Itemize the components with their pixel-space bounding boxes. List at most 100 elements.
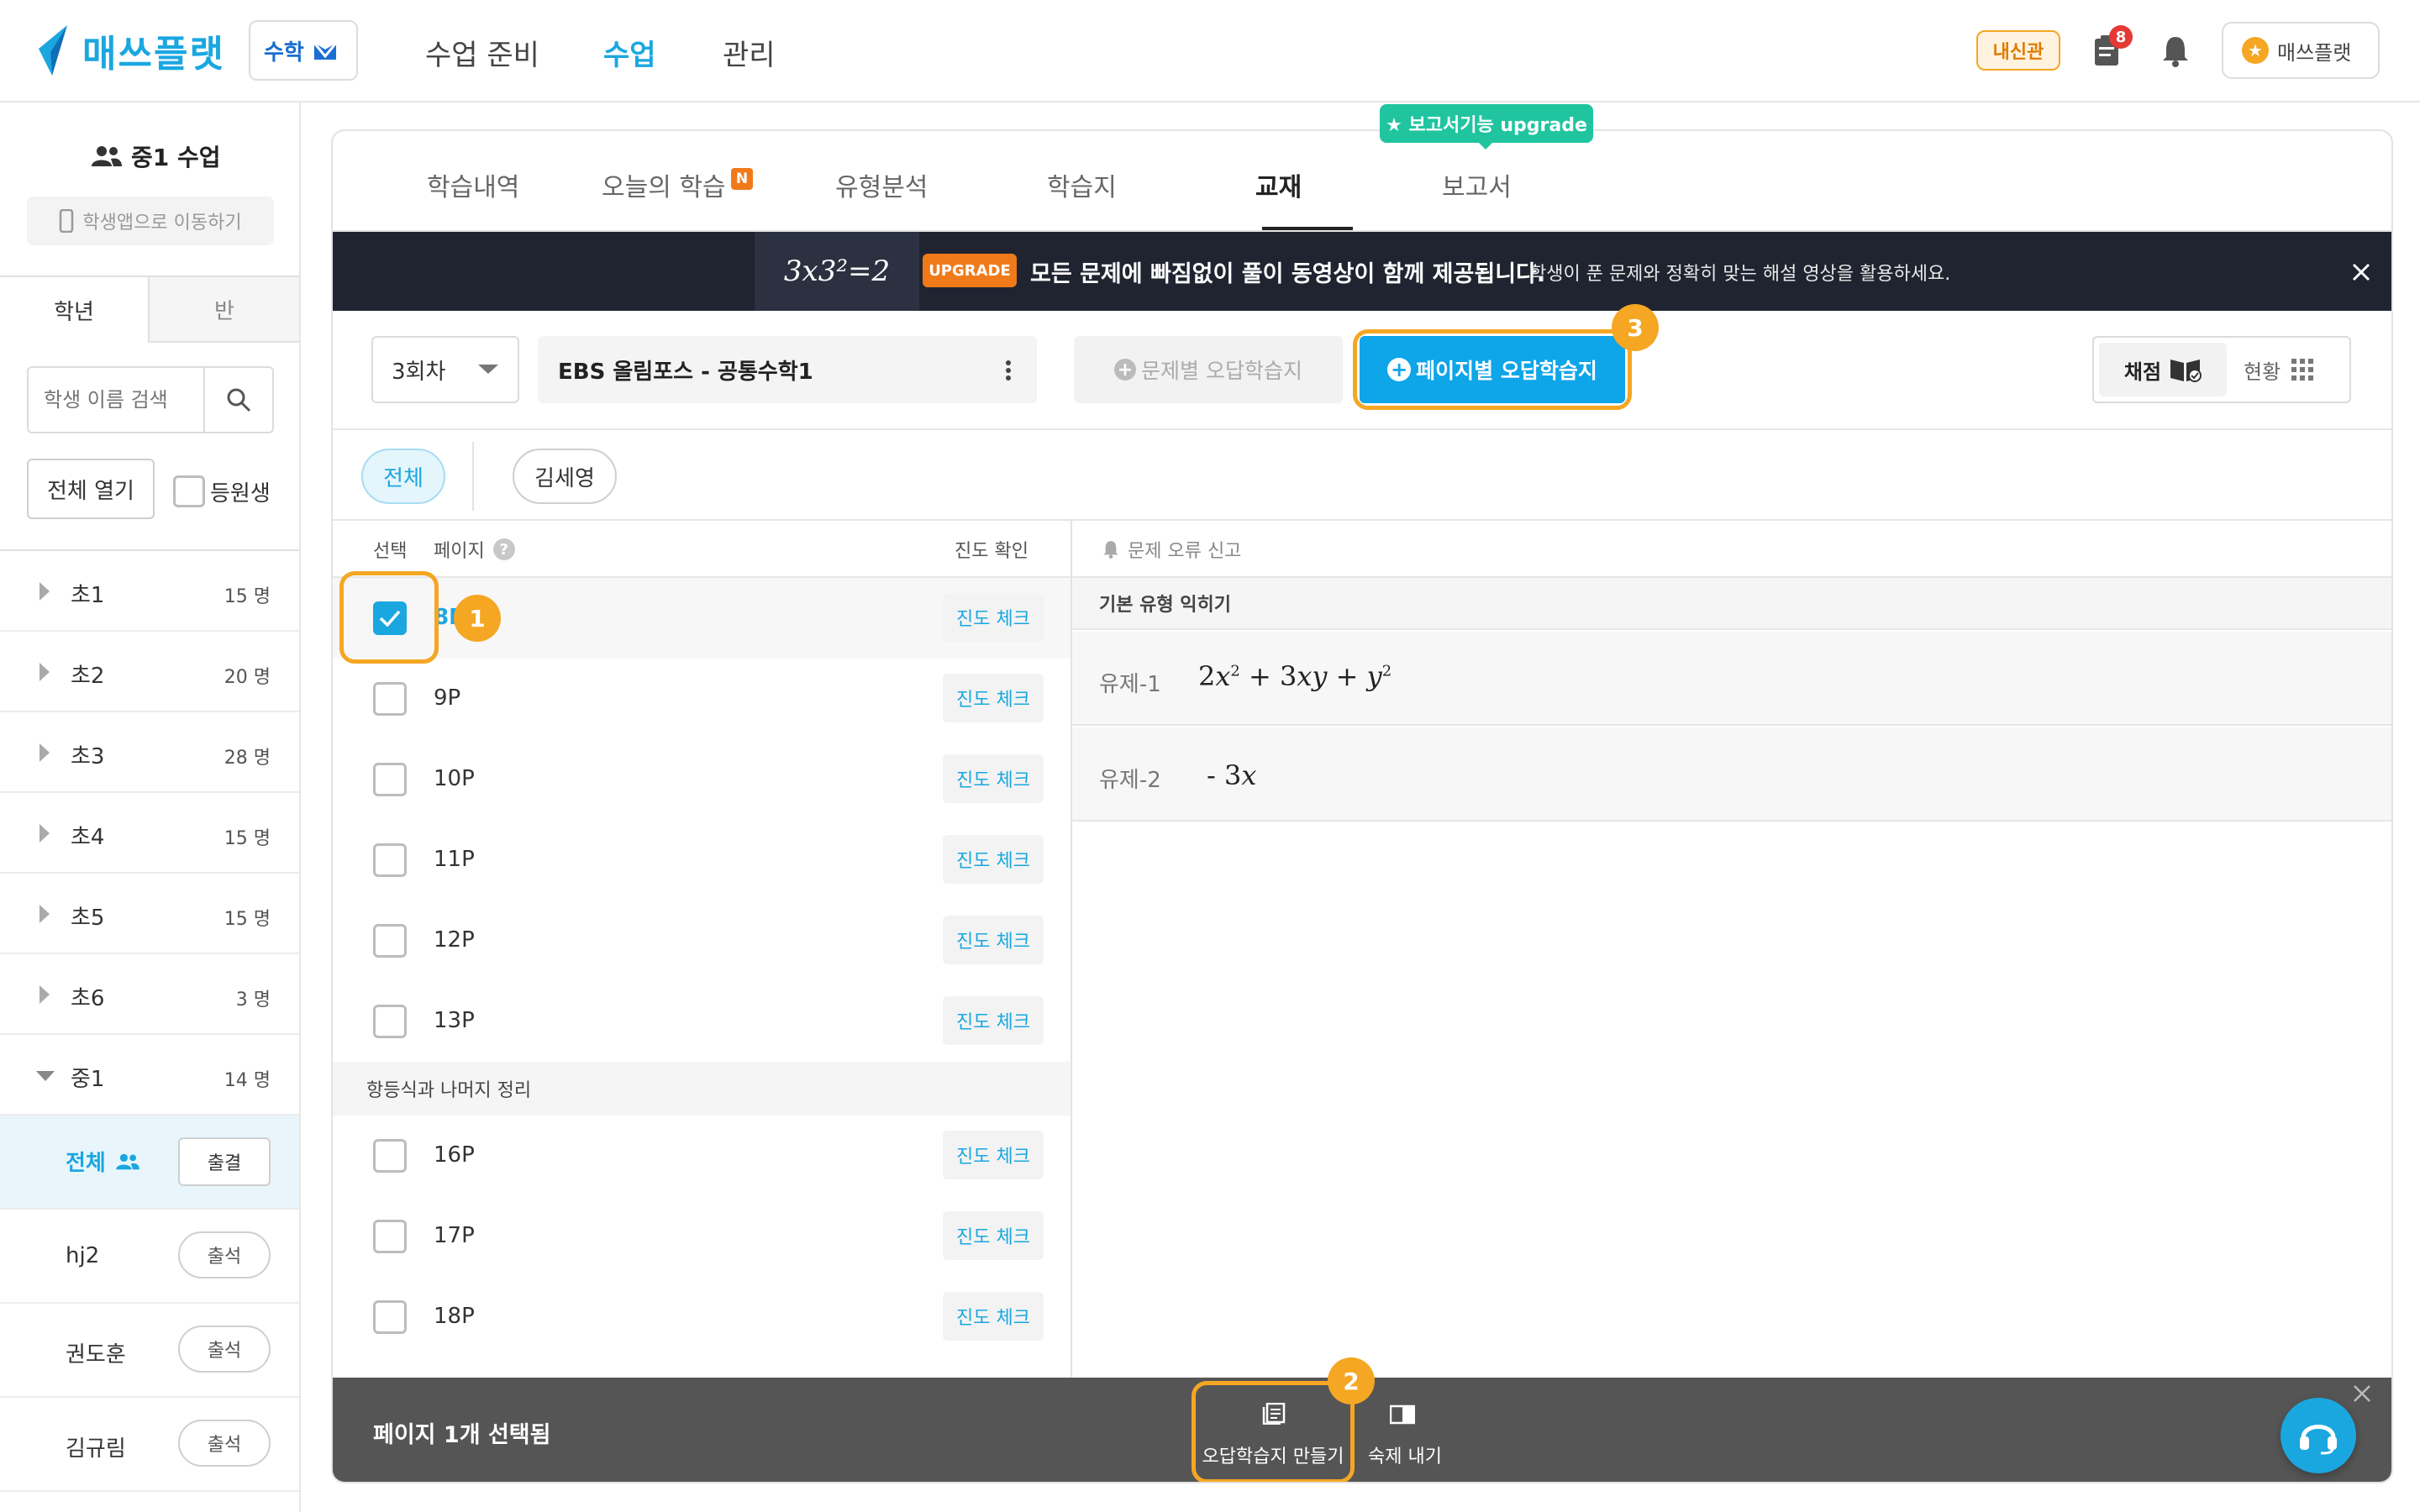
close-icon[interactable] [2353, 1384, 2371, 1403]
tab-class[interactable]: 반 [150, 276, 299, 343]
progress-check-button[interactable]: 진도 체크 [943, 754, 1044, 803]
nav-class[interactable]: 수업 [603, 32, 656, 73]
bell-icon [1103, 541, 1118, 559]
enrolled-filter[interactable]: 등원생 [173, 475, 271, 507]
tab-item[interactable]: 교재 [1255, 166, 1302, 203]
grade-row[interactable]: 초1 15 명 [0, 551, 299, 632]
grade-name: 초2 [71, 664, 105, 689]
row-checkbox[interactable] [373, 1005, 407, 1038]
page-row[interactable]: 9P 진도 체크 [333, 659, 1071, 739]
row-checkbox[interactable] [373, 763, 407, 796]
page-row[interactable]: 10P 진도 체크 [333, 739, 1071, 820]
profile-button[interactable]: ★ 매쓰플랫 [2222, 22, 2380, 79]
row-checkbox[interactable] [373, 924, 407, 958]
page-row[interactable]: 8P 진도 체크 [333, 578, 1071, 659]
by-problem-wrong-sheet-button[interactable]: + 문제별 오답학습지 [1074, 336, 1343, 403]
student-row[interactable]: hj2 출석 [0, 1210, 299, 1304]
plus-circle-icon: + [1114, 359, 1137, 381]
filter-student-chip[interactable]: 김세영 [513, 449, 617, 504]
grade-row[interactable]: 초5 15 명 [0, 874, 299, 954]
row-checkbox[interactable] [373, 1139, 407, 1173]
grade-count: 28 명 [224, 748, 271, 769]
grade-row[interactable]: 중1 14 명 [0, 1035, 299, 1116]
student-search-input[interactable] [29, 368, 205, 432]
subject-selector[interactable]: 수학 [249, 20, 358, 81]
attendance-check-button[interactable]: 출석 [178, 1231, 271, 1278]
nav-manage[interactable]: 관리 [723, 32, 776, 73]
assign-homework-button[interactable]: 숙제 내기 [1368, 1386, 1469, 1478]
nav-prepare[interactable]: 수업 준비 [425, 32, 539, 73]
support-chat-button[interactable] [2281, 1398, 2356, 1473]
tab-item[interactable]: 유형분석 [835, 166, 928, 203]
tab-item[interactable]: 오늘의 학습 [602, 166, 726, 203]
grade-row[interactable]: 초3 28 명 [0, 712, 299, 793]
help-icon[interactable]: ? [492, 538, 515, 560]
round-select[interactable]: 3회차 [371, 336, 519, 403]
problem-row[interactable]: 유제-1 2x2 + 3xy + y2 [1072, 632, 2391, 726]
close-icon[interactable] [2351, 262, 2371, 282]
caret-right-icon [39, 824, 50, 843]
clipboard-notification[interactable]: 8 [2092, 25, 2133, 71]
progress-check-button[interactable]: 진도 체크 [943, 1131, 1044, 1179]
bell-icon[interactable] [2161, 35, 2190, 67]
progress-check-button[interactable]: 진도 체크 [943, 1211, 1044, 1260]
group-icon [115, 1153, 139, 1169]
student-row[interactable]: 권도훈 출석 [0, 1304, 299, 1398]
search-button[interactable] [205, 368, 272, 432]
report-error-label: 문제 오류 신고 [1128, 541, 1242, 562]
filter-all-chip[interactable]: 전체 [361, 449, 445, 504]
report-error-link[interactable]: 문제 오류 신고 [1102, 536, 1241, 563]
progress-check-button[interactable]: 진도 체크 [943, 835, 1044, 884]
logo[interactable]: 매쓰플랫 [34, 24, 225, 77]
status-mode-button[interactable]: 현황 [2244, 355, 2314, 385]
progress-check-button[interactable]: 진도 체크 [943, 593, 1044, 642]
progress-check-button[interactable]: 진도 체크 [943, 1292, 1044, 1341]
tab-item[interactable]: 학습내역 [427, 166, 519, 203]
page-label: 16P [434, 1142, 475, 1168]
progress-check-button[interactable]: 진도 체크 [943, 916, 1044, 964]
problem-row[interactable]: 유제-2 - 3x [1072, 727, 2391, 822]
page-row[interactable]: 12P 진도 체크 [333, 900, 1071, 981]
grade-mode-button[interactable]: 채점 [2099, 343, 2227, 396]
grade-name: 초5 [71, 906, 105, 931]
progress-check-button[interactable]: 진도 체크 [943, 996, 1044, 1045]
grade-row[interactable]: 초2 20 명 [0, 632, 299, 712]
row-checkbox[interactable] [373, 682, 407, 716]
row-checkbox[interactable] [373, 1220, 407, 1253]
attendance-check-button[interactable]: 출석 [178, 1326, 271, 1373]
problem-expression-2: - 3x [1207, 759, 1257, 791]
subject-label: 수학 [264, 39, 304, 66]
enrolled-checkbox[interactable] [173, 475, 205, 507]
book-selector[interactable]: EBS 올림포스 - 공통수학1 [538, 336, 1037, 403]
grade-row[interactable]: 초6 3 명 [0, 954, 299, 1035]
page-row[interactable]: 11P 진도 체크 [333, 820, 1071, 900]
student-app-link[interactable]: 학생앱으로 이동하기 [27, 197, 274, 245]
tab-grade[interactable]: 학년 [0, 276, 150, 343]
grade-all-row[interactable]: 전체 출결 [0, 1116, 299, 1210]
tab-item[interactable]: 학습지 [1047, 166, 1117, 203]
row-checkbox[interactable] [373, 843, 407, 877]
sidebar: 중1 수업 학생앱으로 이동하기 학년 반 전체 열기 등원생 초115 명초2… [0, 102, 301, 1512]
page-label: 11P [434, 847, 475, 872]
progress-check-button[interactable]: 진도 체크 [943, 674, 1044, 722]
page-row[interactable]: 16P 진도 체크 [333, 1116, 1071, 1196]
more-vertical-icon[interactable] [1005, 360, 1012, 381]
student-row[interactable]: 김규림 출석 [0, 1398, 299, 1492]
grade-row[interactable]: 초4 15 명 [0, 793, 299, 874]
phone-icon [60, 209, 74, 233]
page-row[interactable]: 17P 진도 체크 [333, 1196, 1071, 1277]
report-upgrade-tooltip[interactable]: ★ 보고서기능 upgrade [1380, 104, 1593, 143]
page-row[interactable]: 13P 진도 체크 [333, 981, 1071, 1062]
tab-item[interactable]: 보고서 [1442, 166, 1512, 203]
naesin-badge[interactable]: 내신관 [1976, 30, 2060, 71]
all-label: 전체 [66, 1151, 106, 1176]
page-row[interactable]: 18P 진도 체크 [333, 1277, 1071, 1357]
class-title: 중1 수업 [91, 139, 221, 173]
col-page-label: 페이지 [434, 541, 485, 562]
make-wrong-sheet-button[interactable]: 오답학습지 만들기 [1197, 1386, 1349, 1478]
attendance-check-button[interactable]: 출석 [178, 1420, 271, 1467]
attendance-button[interactable]: 출결 [178, 1137, 271, 1186]
by-page-wrong-sheet-button[interactable]: + 페이지별 오답학습지 [1360, 336, 1625, 403]
row-checkbox[interactable] [373, 1300, 407, 1334]
open-all-button[interactable]: 전체 열기 [27, 459, 155, 519]
